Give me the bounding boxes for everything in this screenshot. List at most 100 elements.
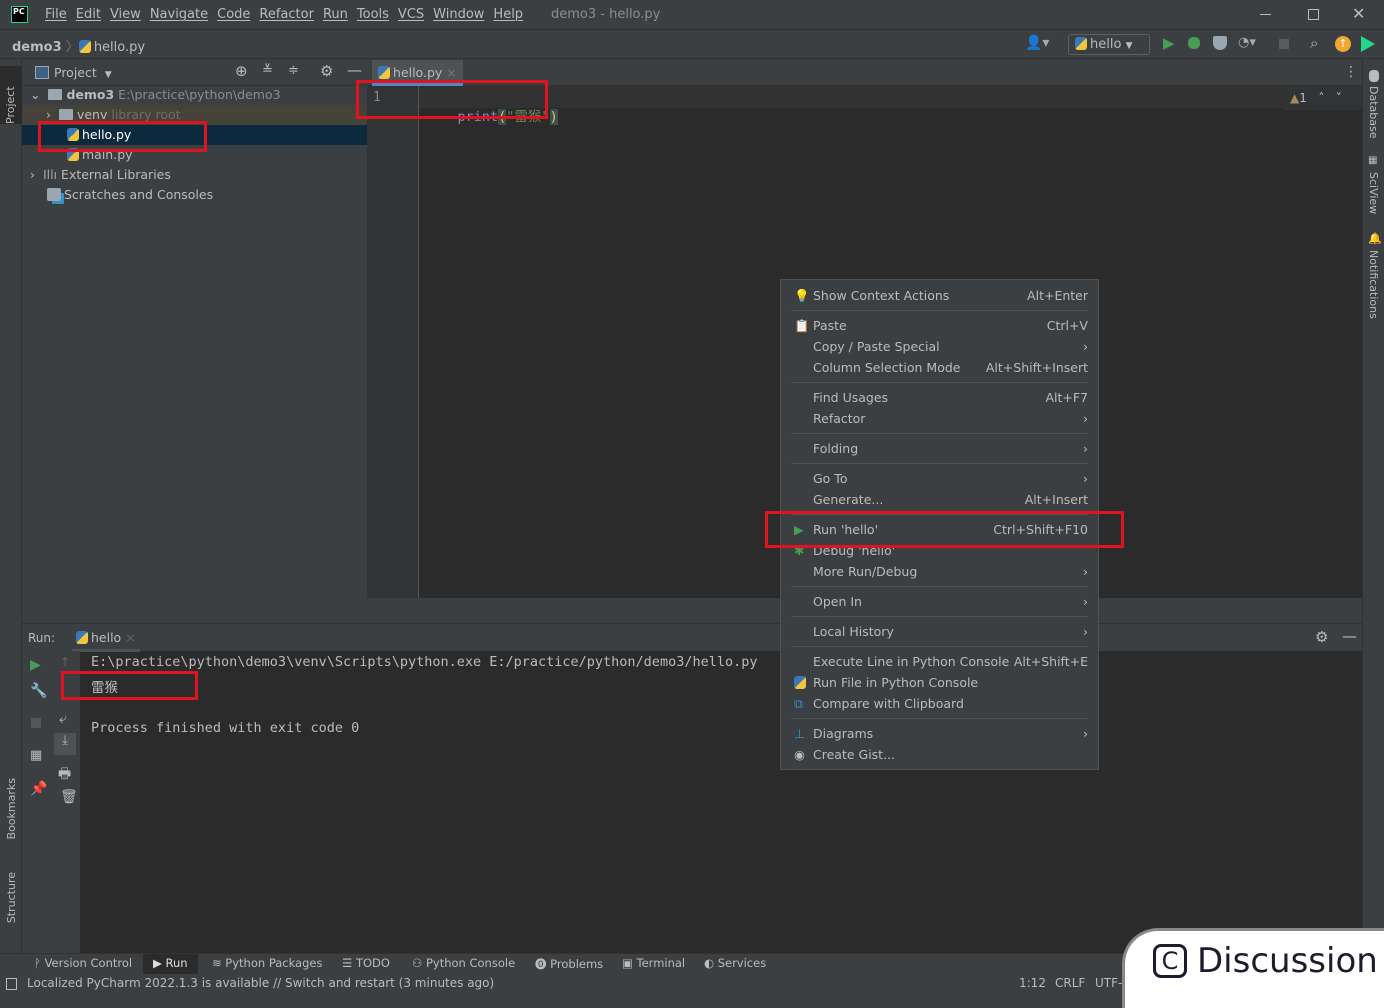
edit-config-icon[interactable]: 🔧 [30,683,47,699]
tab-services[interactable]: ◐ Services [704,956,766,970]
menu-find-usages[interactable]: Find Usages Alt+F7 [781,387,1098,408]
tab-hello-py[interactable]: hello.py × [372,60,463,86]
menu-edit[interactable]: Edit [76,7,101,22]
tab-python-console[interactable]: ⚇ Python Console [412,956,515,970]
tab-version-control[interactable]: ᚹ Version Control [34,956,132,970]
run-config-label: hello [1090,37,1122,52]
run-tab-hello[interactable]: hello × [72,624,140,652]
menu-generate[interactable]: Generate... Alt+Insert [781,489,1098,510]
search-icon[interactable]: ⌕ [1310,34,1318,52]
locate-icon[interactable]: ⊕ [235,62,248,80]
tab-terminal[interactable]: ▣ Terminal [622,956,685,970]
stop-icon[interactable] [1279,39,1289,49]
menu-vcs[interactable]: VCS [398,7,424,22]
tab-run[interactable]: ▶ Run [143,954,198,975]
profile-icon[interactable]: ◔▾ [1238,35,1256,50]
minimize-button[interactable] [1260,14,1271,15]
tab-python-packages[interactable]: ≋ Python Packages [212,956,322,970]
close-button[interactable]: ✕ [1352,4,1365,23]
tree-item-main-py[interactable]: main.py [22,145,367,165]
close-tab-icon[interactable]: × [446,65,456,80]
menu-debug-hello[interactable]: ✱ Debug 'hello' [781,540,1098,561]
diagram-icon: ⊥ [794,726,805,741]
hide-icon[interactable]: — [1342,627,1357,645]
menu-folding[interactable]: Folding › [781,438,1098,459]
gear-icon[interactable]: ⚙ [1315,628,1328,646]
menu-refactor[interactable]: Refactor › [781,408,1098,429]
more-options-icon[interactable]: ⋮ [1344,64,1358,80]
project-view-select[interactable]: Project ▼ [54,65,112,80]
run-icon[interactable]: ▶ [1163,34,1175,52]
next-highlight-icon[interactable]: ˅ [1336,91,1342,105]
menu-open-in[interactable]: Open In › [781,591,1098,612]
print-icon[interactable]: 🖶 [58,763,71,787]
sciview-tool-button[interactable]: SciView [1367,172,1380,214]
soft-wrap-icon[interactable]: ⤶ [59,711,67,727]
gear-icon[interactable]: ⚙ [320,62,333,80]
discussion-badge[interactable]: C Discussion [1122,928,1384,1008]
tab-problems[interactable]: ⓿ Problems [535,956,603,972]
pin-icon[interactable]: 📌 [30,781,47,797]
hide-icon[interactable]: — [347,61,362,79]
scroll-to-end-icon[interactable]: ⤓ [54,733,76,755]
code-line[interactable]: print("雷猴") [425,89,558,141]
maximize-button[interactable] [1308,9,1319,20]
line-separator[interactable]: CRLF [1055,976,1085,990]
rerun-icon[interactable]: ▶ [30,657,41,673]
up-arrow-icon[interactable]: ↑ [60,655,70,669]
menu-file[interactable]: File [45,7,67,22]
menu-show-context-actions[interactable]: 💡 Show Context Actions Alt+Enter [781,285,1098,306]
collapse-all-icon[interactable]: ≑ [288,63,299,78]
tree-item-venv[interactable]: › venv library root [22,105,367,125]
code-with-me-icon[interactable] [1361,36,1375,52]
menu-compare-clipboard[interactable]: ⧉ Compare with Clipboard [781,693,1098,714]
tree-item-scratches[interactable]: Scratches and Consoles [22,185,367,205]
menu-help[interactable]: Help [493,7,523,22]
tree-item-hello-py[interactable]: hello.py [22,125,367,145]
project-tool-button[interactable]: Project [0,66,22,124]
menu-copy-paste-special[interactable]: Copy / Paste Special › [781,336,1098,357]
menu-view[interactable]: View [110,7,141,22]
bookmarks-tool-button[interactable]: Bookmarks [5,778,18,839]
menu-code[interactable]: Code [217,7,250,22]
menu-paste[interactable]: 📋 Paste Ctrl+V [781,315,1098,336]
database-tool-button[interactable]: Database [1367,86,1380,139]
menu-refactor[interactable]: Refactor [259,7,314,22]
tab-todo[interactable]: ☰ TODO [342,956,390,970]
breadcrumb-project[interactable]: demo3 [12,40,62,55]
menu-run-file-console[interactable]: Run File in Python Console [781,672,1098,693]
prev-highlight-icon[interactable]: ˄ [1318,91,1324,105]
menu-go-to[interactable]: Go To › [781,468,1098,489]
menu-diagrams[interactable]: ⊥ Diagrams › [781,723,1098,744]
tree-item-external-libraries[interactable]: › Illı External Libraries [22,165,367,185]
structure-tool-button[interactable]: Structure [5,872,18,923]
menu-local-history[interactable]: Local History › [781,621,1098,642]
menu-execute-line[interactable]: Execute Line in Python Console Alt+Shift+… [781,651,1098,672]
tree-item-demo3[interactable]: ⌄ demo3 E:\practice\python\demo3 [22,85,367,105]
status-message[interactable]: Localized PyCharm 2022.1.3 is available … [27,976,494,990]
menu-navigate[interactable]: Navigate [150,7,208,22]
menu-more-run-debug[interactable]: More Run/Debug › [781,561,1098,582]
trash-icon[interactable]: 🗑 [60,789,78,805]
update-icon[interactable]: ↑ [1335,36,1351,52]
menu-run-hello[interactable]: ▶ Run 'hello' Ctrl+Shift+F10 [781,519,1098,540]
coverage-icon[interactable] [1213,36,1227,50]
menu-create-gist[interactable]: ◉ Create Gist... [781,744,1098,765]
notifications-tool-button[interactable]: Notifications [1367,250,1380,319]
menu-window[interactable]: Window [433,7,484,22]
run-config-select[interactable]: hello ▼ [1068,34,1150,55]
library-icon: Illı [42,167,58,182]
status-toggle-icon[interactable] [6,978,17,990]
user-icon[interactable]: 👤▾ [1025,35,1049,51]
menu-column-selection[interactable]: Column Selection Mode Alt+Shift+Insert [781,357,1098,378]
inspection-widget[interactable]: ▲1 ˄ ˅ [1284,88,1362,110]
stop-icon[interactable] [31,718,41,728]
debug-icon[interactable] [1188,37,1200,49]
expand-all-icon[interactable]: ≚ [262,63,273,78]
caret-position[interactable]: 1:12 [1019,976,1046,990]
sciview-icon: ▦ [1368,155,1378,166]
menu-run[interactable]: Run [323,7,348,22]
menu-tools[interactable]: Tools [357,7,389,22]
layout-icon[interactable]: ▦ [30,748,42,763]
breadcrumb-file[interactable]: hello.py [94,40,145,55]
